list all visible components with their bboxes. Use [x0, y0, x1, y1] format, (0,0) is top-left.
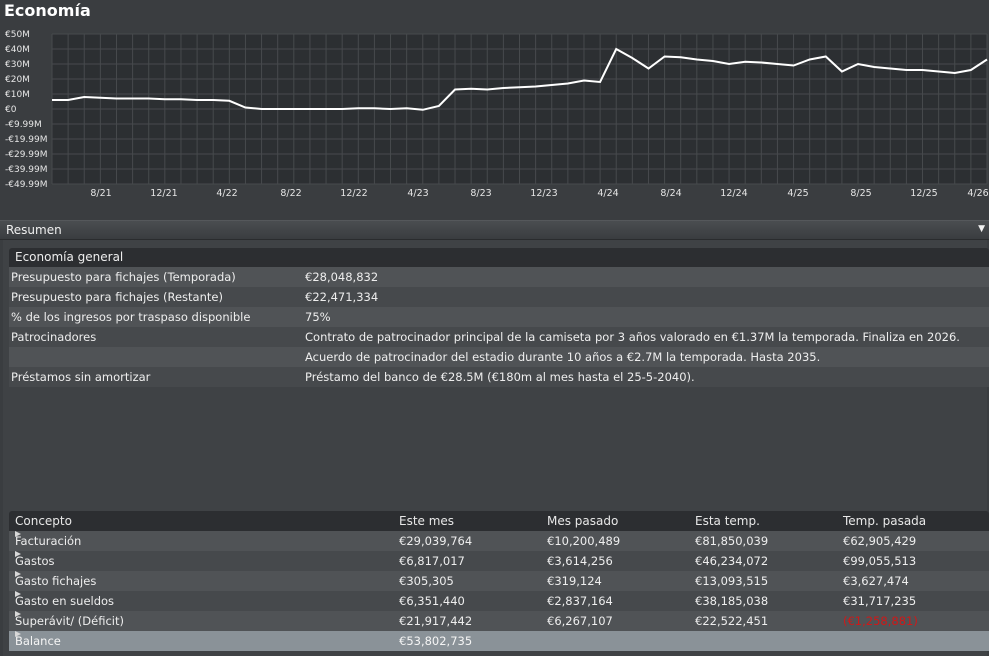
- x-tick-label: 12/21: [150, 188, 177, 199]
- y-tick-label: €20M: [5, 75, 30, 85]
- row-concept: Balance: [15, 634, 61, 648]
- y-tick-label: -€19.99M: [5, 135, 48, 145]
- cell-this-month: €6,351,440: [399, 594, 465, 608]
- row-concept: Gasto fichajes: [15, 574, 97, 588]
- table-row: Acuerdo de patrocinador del estadio dura…: [9, 347, 989, 367]
- summary-panel: Economía general Presupuesto para fichaj…: [3, 240, 989, 656]
- y-tick-label: -€49.99M: [5, 180, 48, 190]
- y-tick-label: -€9.99M: [5, 120, 42, 130]
- cell-last-month: €2,837,164: [547, 594, 613, 608]
- cell-last-season: €62,905,429: [843, 534, 917, 548]
- x-tick-label: 12/23: [530, 188, 557, 199]
- row-value: Acuerdo de patrocinador del estadio dura…: [305, 350, 821, 364]
- x-tick-label: 8/24: [660, 188, 681, 199]
- summary-section-bar[interactable]: Resumen ▼: [0, 220, 989, 240]
- x-tick-label: 4/24: [597, 188, 618, 199]
- cell-last-month: €319,124: [547, 574, 602, 588]
- x-tick-label: 4/23: [407, 188, 428, 199]
- table-row[interactable]: Gasto fichajes €305,305 €319,124 €13,093…: [9, 571, 989, 591]
- row-label: Patrocinadores: [11, 330, 97, 344]
- x-tick-label: 8/25: [850, 188, 871, 199]
- cell-last-season: €3,627,474: [843, 574, 909, 588]
- collapse-arrow-icon[interactable]: ▼: [978, 224, 985, 234]
- row-value: €22,471,334: [305, 290, 379, 304]
- column-header-this-season[interactable]: Esta temp.: [695, 511, 760, 531]
- x-tick-label: 8/23: [470, 188, 491, 199]
- row-value: Contrato de patrocinador principal de la…: [305, 330, 960, 344]
- row-label: Préstamos sin amortizar: [11, 370, 151, 384]
- cell-last-month: €6,267,107: [547, 614, 613, 628]
- x-tick-label: 8/21: [90, 188, 111, 199]
- x-tick-label: 12/22: [340, 188, 367, 199]
- general-economy-header: Economía general: [9, 248, 989, 267]
- page-title: Economía: [4, 1, 91, 20]
- x-tick-label: 4/22: [216, 188, 237, 199]
- summary-label: Resumen: [6, 223, 62, 237]
- cell-this-month: €6,817,017: [399, 554, 465, 568]
- y-tick-label: €30M: [5, 60, 30, 70]
- row-value: €28,048,832: [305, 270, 379, 284]
- table-row: Patrocinadores Contrato de patrocinador …: [9, 327, 989, 347]
- x-tick-label: 12/24: [720, 188, 747, 199]
- table-row: Presupuesto para fichajes (Restante) €22…: [9, 287, 989, 307]
- table-row: Préstamos sin amortizar Préstamo del ban…: [9, 367, 989, 387]
- row-concept: Facturación: [15, 534, 82, 548]
- cell-last-season: €99,055,513: [843, 554, 917, 568]
- cell-this-month: €29,039,764: [399, 534, 473, 548]
- x-tick-label: 4/25: [787, 188, 808, 199]
- x-tick-label: 8/22: [280, 188, 301, 199]
- column-header-last-month[interactable]: Mes pasado: [547, 511, 618, 531]
- cell-last-season: (€1,258,881): [843, 614, 918, 628]
- finance-table-header: Concepto Este mes Mes pasado Esta temp. …: [9, 511, 989, 531]
- column-header-concept[interactable]: Concepto: [15, 511, 72, 531]
- table-row[interactable]: Gastos €6,817,017 €3,614,256 €46,234,072…: [9, 551, 989, 571]
- cell-this-month: €21,917,442: [399, 614, 473, 628]
- y-tick-label: €50M: [5, 30, 30, 40]
- finance-table: Concepto Este mes Mes pasado Esta temp. …: [9, 511, 989, 651]
- row-value: 75%: [305, 310, 331, 324]
- table-row: % de los ingresos por traspaso disponibl…: [9, 307, 989, 327]
- table-row-balance[interactable]: Balance €53,802,735: [9, 631, 989, 651]
- cell-this-month: €53,802,735: [399, 634, 473, 648]
- row-label: % de los ingresos por traspaso disponibl…: [11, 310, 251, 324]
- cell-this-season: €38,185,038: [695, 594, 769, 608]
- cell-this-season: €13,093,515: [695, 574, 769, 588]
- economy-chart: €50M €40M €30M €20M €10M €0 -€9.99M -€19.99M -€2…: [5, 30, 989, 199]
- column-header-last-season[interactable]: Temp. pasada: [843, 511, 926, 531]
- row-label: Presupuesto para fichajes (Temporada): [11, 270, 236, 284]
- row-label: Presupuesto para fichajes (Restante): [11, 290, 223, 304]
- cell-this-season: €46,234,072: [695, 554, 769, 568]
- table-row[interactable]: Gasto en sueldos €6,351,440 €2,837,164 €…: [9, 591, 989, 611]
- table-row[interactable]: Facturación €29,039,764 €10,200,489 €81,…: [9, 531, 989, 551]
- y-tick-label: €40M: [5, 45, 30, 55]
- y-tick-label: -€39.99M: [5, 165, 48, 175]
- table-row: Presupuesto para fichajes (Temporada) €2…: [9, 267, 989, 287]
- row-concept: Superávit/ (Déficit): [15, 614, 124, 628]
- x-tick-label: 4/26: [967, 188, 988, 199]
- cell-last-month: €10,200,489: [547, 534, 621, 548]
- cell-this-season: €22,522,451: [695, 614, 769, 628]
- cell-last-season: €31,717,235: [843, 594, 917, 608]
- cell-this-season: €81,850,039: [695, 534, 769, 548]
- y-tick-label: -€29.99M: [5, 150, 48, 160]
- general-economy-table: Economía general Presupuesto para fichaj…: [9, 248, 989, 387]
- row-concept: Gasto en sueldos: [15, 594, 115, 608]
- cell-last-month: €3,614,256: [547, 554, 613, 568]
- column-header-this-month[interactable]: Este mes: [399, 511, 454, 531]
- x-tick-label: 12/25: [910, 188, 937, 199]
- y-tick-label: €0: [5, 105, 17, 115]
- cell-this-month: €305,305: [399, 574, 454, 588]
- row-value: Préstamo del banco de €28.5M (€180m al m…: [305, 370, 695, 384]
- y-tick-label: €10M: [5, 90, 30, 100]
- row-concept: Gastos: [15, 554, 55, 568]
- table-row[interactable]: Superávit/ (Déficit) €21,917,442 €6,267,…: [9, 611, 989, 631]
